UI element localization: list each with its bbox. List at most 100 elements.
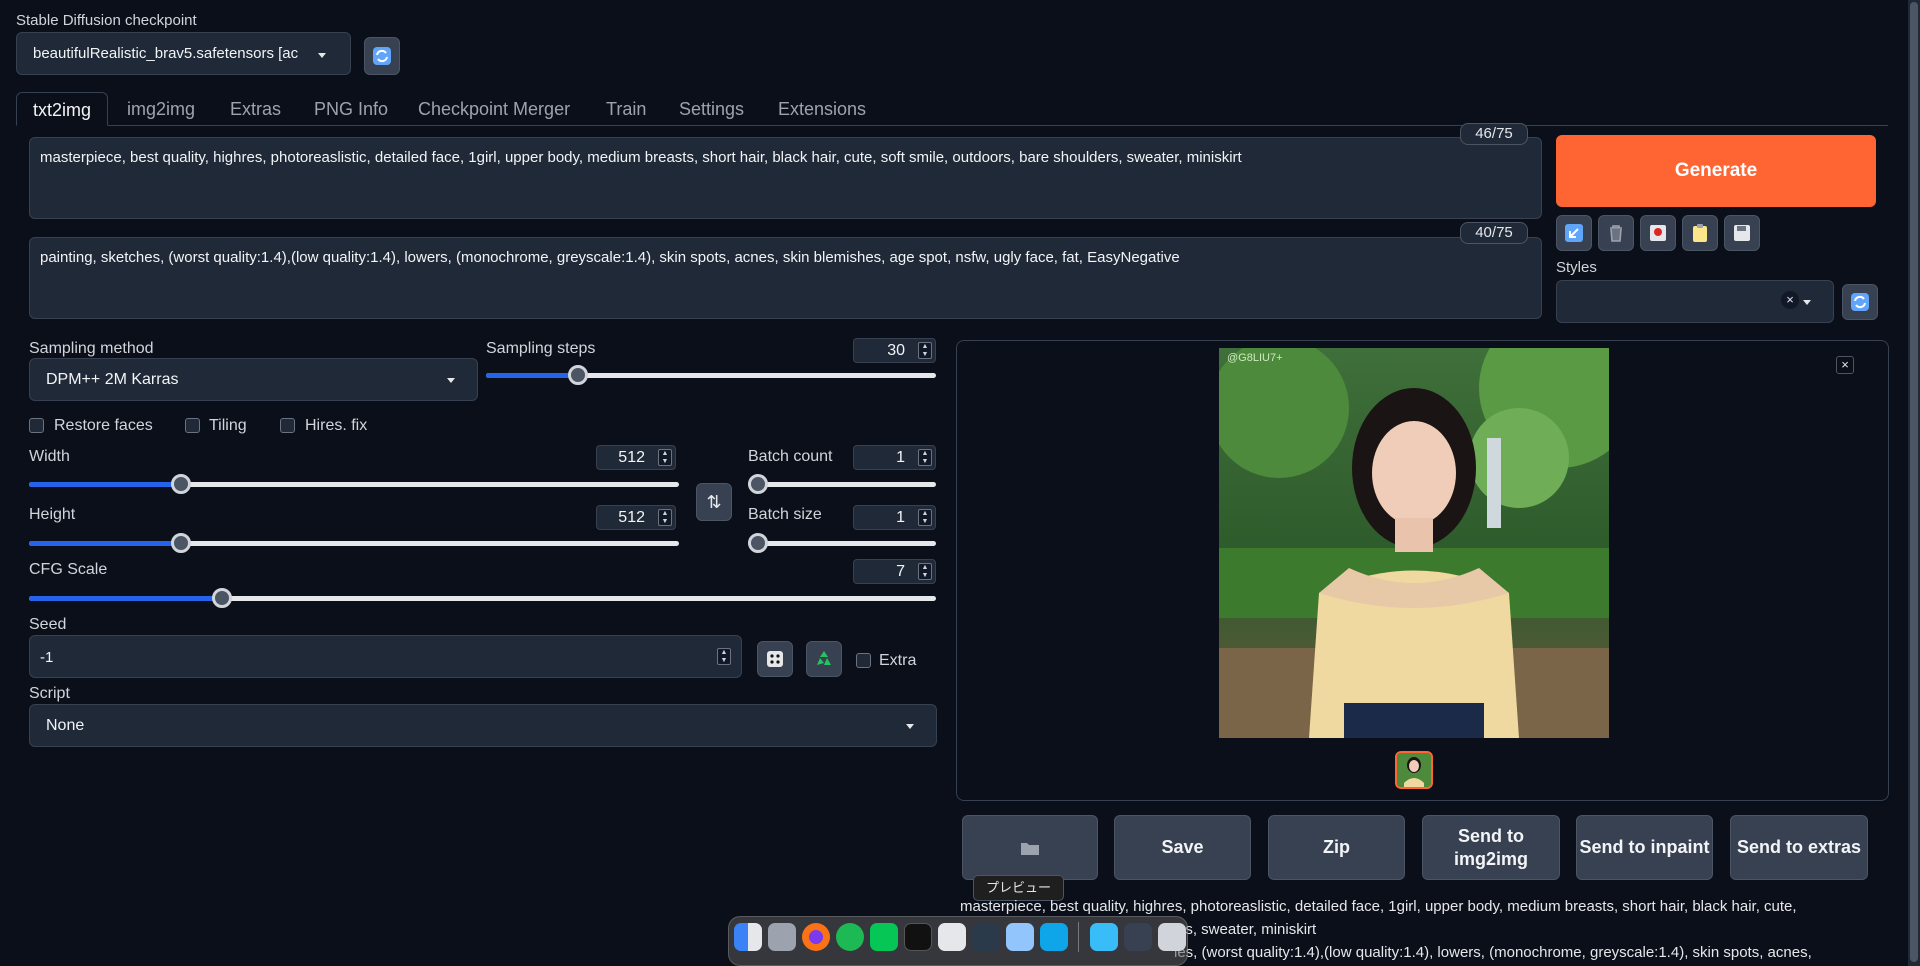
negative-prompt-textarea[interactable]: painting, sketches, (worst quality:1.4),… [29, 237, 1542, 319]
stepper-icon[interactable]: ▲ ▼ [918, 509, 932, 526]
tab-settings[interactable]: Settings [663, 92, 760, 126]
gallery-thumbnail[interactable] [1395, 751, 1433, 789]
tab-txt2img[interactable]: txt2img [16, 92, 109, 126]
cfg-scale-label: CFG Scale [29, 561, 108, 578]
batch-count-input[interactable]: 1 ▲ ▼ [853, 445, 936, 470]
batch-count-handle[interactable] [748, 474, 768, 494]
positive-prompt-textarea[interactable]: masterpiece, best quality, highres, phot… [29, 137, 1542, 219]
checkpoint-value: beautifulRealistic_brav5.safetensors [ac [33, 45, 299, 62]
trash-icon[interactable] [1158, 923, 1186, 951]
vscode-icon[interactable] [1040, 923, 1068, 951]
preview-icon[interactable] [972, 923, 1000, 951]
cfg-scale-slider[interactable] [29, 588, 936, 608]
downloads-folder-icon[interactable] [1090, 923, 1118, 951]
stepper-icon[interactable]: ▲ ▼ [918, 563, 932, 580]
styles-dropdown[interactable]: × [1556, 280, 1834, 323]
stepper-icon[interactable]: ▲ ▼ [658, 449, 672, 466]
close-icon[interactable]: × [1836, 356, 1854, 374]
width-label: Width [29, 448, 70, 465]
tab-png-info[interactable]: PNG Info [298, 92, 404, 126]
height-label: Height [29, 506, 76, 523]
seed-input[interactable]: -1 ▲ ▼ [29, 635, 742, 678]
app-icon[interactable] [938, 923, 966, 951]
height-value: 512 [618, 509, 645, 526]
apply-style-button[interactable] [1682, 215, 1718, 251]
chevron-down-icon [318, 53, 326, 58]
batch-size-input[interactable]: 1 ▲ ▼ [853, 505, 936, 530]
height-input[interactable]: 512 ▲ ▼ [596, 505, 676, 530]
script-dropdown[interactable]: None [29, 704, 937, 747]
batch-size-slider[interactable] [748, 533, 936, 553]
restore-faces-checkbox[interactable] [29, 418, 44, 433]
random-seed-button[interactable] [757, 641, 793, 677]
extra-label: Extra [879, 652, 917, 669]
stepper-icon[interactable]: ▲ ▼ [918, 449, 932, 466]
extra-checkbox[interactable] [856, 653, 871, 668]
sampling-steps-slider[interactable] [486, 365, 936, 385]
tiling-checkbox[interactable] [185, 418, 200, 433]
batch-count-slider[interactable] [748, 474, 936, 494]
batch-size-handle[interactable] [748, 533, 768, 553]
script-value: None [46, 717, 85, 734]
stepper-icon[interactable]: ▲ ▼ [717, 648, 731, 665]
clear-icon[interactable]: × [1781, 291, 1799, 309]
zip-button[interactable]: Zip [1268, 815, 1405, 880]
checkpoint-dropdown[interactable]: beautifulRealistic_brav5.safetensors [ac [16, 32, 351, 75]
height-handle[interactable] [171, 533, 191, 553]
firefox-icon[interactable] [802, 923, 830, 951]
launchpad-icon[interactable] [768, 923, 796, 951]
folder-icon [1021, 842, 1039, 855]
save-style-button[interactable] [1724, 215, 1760, 251]
swap-dimensions-button[interactable]: ⇅ [696, 483, 732, 521]
cfg-scale-fill [29, 596, 220, 601]
spotify-icon[interactable] [836, 923, 864, 951]
stepper-icon[interactable]: ▲ ▼ [918, 342, 932, 359]
read-params-button[interactable] [1556, 215, 1592, 251]
screen-icon[interactable] [1006, 923, 1034, 951]
clear-prompt-button[interactable] [1598, 215, 1634, 251]
cfg-scale-input[interactable]: 7 ▲ ▼ [853, 559, 936, 584]
sampling-method-dropdown[interactable]: DPM++ 2M Karras [29, 358, 478, 401]
trash-icon [1610, 225, 1622, 242]
extra-networks-button[interactable] [1640, 215, 1676, 251]
tab-extras[interactable]: Extras [214, 92, 297, 126]
width-fill [29, 482, 179, 487]
refresh-checkpoint-button[interactable] [364, 37, 400, 75]
scrollbar[interactable] [1908, 0, 1920, 966]
tab-img2img[interactable]: img2img [111, 92, 211, 126]
tab-train[interactable]: Train [590, 92, 662, 126]
width-input[interactable]: 512 ▲ ▼ [596, 445, 676, 470]
finder-icon[interactable] [734, 923, 762, 951]
send-to-inpaint-button[interactable]: Send to inpaint [1576, 815, 1713, 880]
generated-image[interactable]: @G8LIU7+ [1219, 348, 1609, 738]
hires-fix-checkbox[interactable] [280, 418, 295, 433]
output-info-line-2: ers, sweater, miniskirt [1172, 921, 1317, 938]
line-icon[interactable] [870, 923, 898, 951]
open-folder-button[interactable] [962, 815, 1098, 880]
stepper-icon[interactable]: ▲ ▼ [658, 509, 672, 526]
tab-checkpoint-merger[interactable]: Checkpoint Merger [402, 92, 586, 126]
width-value: 512 [618, 449, 645, 466]
positive-token-counter: 46/75 [1460, 123, 1528, 145]
save-button[interactable]: Save [1114, 815, 1251, 880]
height-fill [29, 541, 179, 546]
width-handle[interactable] [171, 474, 191, 494]
tab-extensions[interactable]: Extensions [762, 92, 882, 126]
scrollbar-thumb[interactable] [1910, 2, 1918, 962]
cfg-scale-handle[interactable] [212, 588, 232, 608]
height-slider[interactable] [29, 533, 679, 553]
reuse-seed-button[interactable] [806, 641, 842, 677]
script-label: Script [29, 685, 70, 702]
refresh-styles-button[interactable] [1842, 284, 1878, 320]
send-to-extras-button[interactable]: Send to extras [1730, 815, 1868, 880]
chevron-down-icon [447, 377, 455, 383]
sampling-steps-label: Sampling steps [486, 340, 596, 357]
sampling-steps-handle[interactable] [568, 365, 588, 385]
terminal-icon[interactable] [904, 923, 932, 951]
sampling-steps-input[interactable]: 30 ▲ ▼ [853, 338, 936, 363]
send-to-img2img-button[interactable]: Send to img2img [1422, 815, 1560, 880]
styles-label: Styles [1556, 259, 1597, 276]
width-slider[interactable] [29, 474, 679, 494]
generate-button[interactable]: Generate [1556, 135, 1876, 207]
window-icon[interactable] [1124, 923, 1152, 951]
